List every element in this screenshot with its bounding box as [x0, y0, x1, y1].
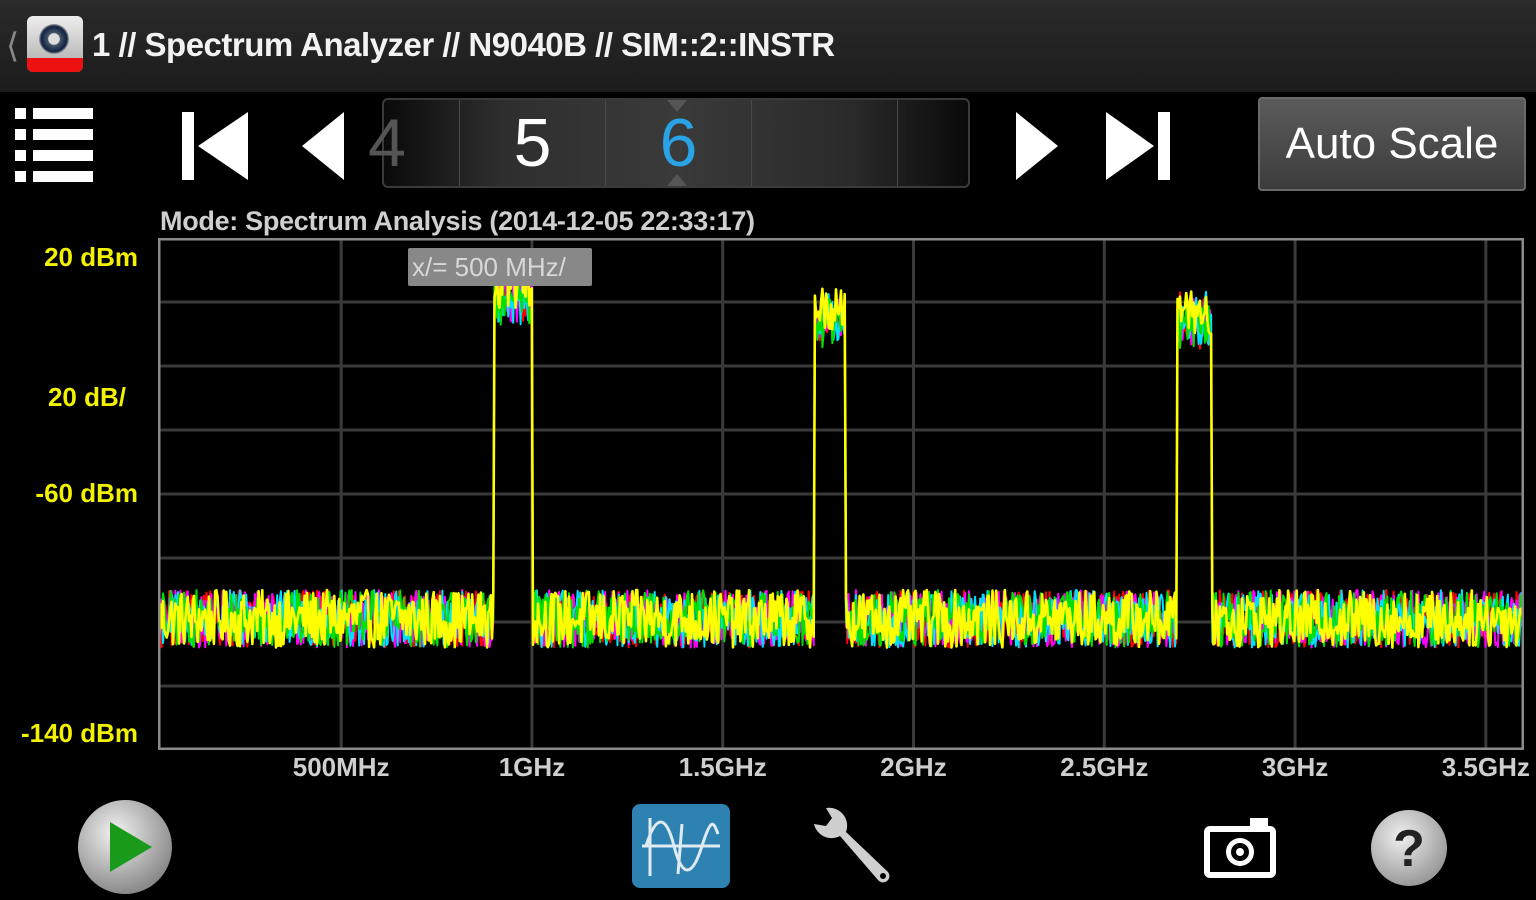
plot-traces [158, 262, 1524, 649]
spectrum-plot[interactable] [158, 238, 1524, 750]
back-chevron-icon[interactable]: ⟨ [6, 26, 19, 66]
selector-marker-bottom [667, 174, 687, 186]
first-page-button[interactable] [176, 108, 256, 184]
auto-scale-button[interactable]: Auto Scale [1258, 97, 1526, 191]
x-tick-label: 2.5GHz [1060, 752, 1149, 782]
page-number-prev[interactable]: 4 [314, 100, 460, 186]
page-selector[interactable]: 4 5 6 [368, 98, 970, 188]
trace-series-0 [158, 262, 1524, 649]
trace-view-button[interactable] [632, 804, 730, 888]
y-label-bottom: -140 dBm [20, 718, 138, 748]
next-page-button[interactable] [1000, 108, 1080, 184]
selector-marker-top [667, 100, 687, 112]
x-tick-label: 3GHz [1261, 752, 1329, 782]
x-tick-label: 1GHz [498, 752, 566, 782]
page-number-5[interactable]: 5 [459, 100, 605, 186]
sine-wave-icon [642, 818, 720, 876]
menu-list-icon[interactable] [15, 106, 93, 184]
x-tick-label: 500MHz [292, 752, 390, 782]
camera-icon[interactable] [1200, 812, 1280, 882]
x-scale-badge: x/= 500 MHz/ [408, 248, 592, 286]
y-label-top: 20 dBm [44, 242, 138, 272]
y-label-scale: 20 dB/ [47, 382, 126, 412]
x-tick-label: 3.5GHz [1441, 752, 1530, 782]
play-button[interactable] [76, 798, 174, 896]
svg-text:?: ? [1393, 820, 1425, 878]
y-label-mid: -60 dBm [35, 478, 138, 508]
x-tick-label: 2GHz [880, 752, 947, 782]
page-number-empty [751, 100, 897, 186]
app-camera-icon[interactable] [27, 16, 83, 72]
wrench-icon[interactable] [806, 802, 896, 892]
window-title: 1 // Spectrum Analyzer // N9040B // SIM:… [92, 26, 835, 63]
last-page-button[interactable] [1100, 108, 1180, 184]
help-icon[interactable]: ? [1369, 808, 1449, 888]
title-bar: ⟨ 1 // Spectrum Analyzer // N9040B // SI… [0, 0, 1536, 92]
x-tick-label: 1.5GHz [678, 752, 767, 782]
mode-label: Mode: Spectrum Analysis (2014-12-05 22:3… [160, 206, 755, 236]
